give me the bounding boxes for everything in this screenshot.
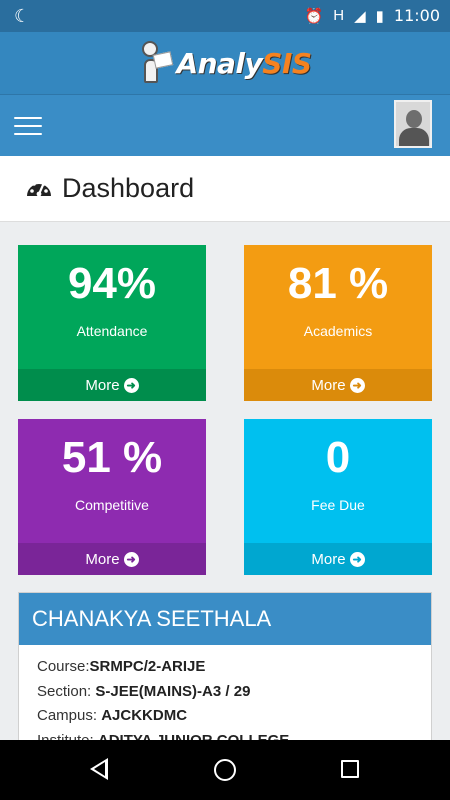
arrow-circle-right-icon: ➜ xyxy=(349,551,365,567)
academics-value: 81 % xyxy=(287,259,389,308)
status-bar: ☾ ⏰ H ◢ ▮ 11:00 xyxy=(0,0,450,32)
campus-row: Campus: AJCKKDMC xyxy=(37,707,188,724)
attendance-tile: 94% Attendance More ➜ xyxy=(18,245,206,401)
competitive-label: Competitive xyxy=(75,497,149,513)
fee-due-value: 0 xyxy=(325,433,351,482)
student-name: CHANAKYA SEETHALA xyxy=(19,593,431,645)
avatar[interactable] xyxy=(394,100,432,148)
back-icon[interactable] xyxy=(90,758,108,780)
signal-icon: ◢ xyxy=(354,7,366,25)
fee-due-tile: 0 Fee Due More ➜ xyxy=(244,419,432,575)
home-icon[interactable] xyxy=(214,759,236,781)
arrow-circle-right-icon: ➜ xyxy=(123,377,139,393)
competitive-value: 51 % xyxy=(61,433,163,482)
arrow-circle-right-icon: ➜ xyxy=(123,551,139,567)
logo-text-part1: Analy xyxy=(176,46,263,80)
network-type: H xyxy=(333,7,345,24)
logo-text-part2: SIS xyxy=(262,46,312,80)
clock: 11:00 xyxy=(393,6,440,25)
menu-icon[interactable] xyxy=(14,117,42,137)
section-row: Section: S-JEE(MAINS)-A3 / 29 xyxy=(37,682,251,700)
academics-label: Academics xyxy=(303,323,373,339)
student-profile-card: CHANAKYA SEETHALA Course:SRMPC/2-ARIJE S… xyxy=(18,592,432,752)
academics-more-link[interactable]: More ➜ xyxy=(244,369,432,401)
brand-bar: AnalySIS xyxy=(0,32,450,94)
page-title: Dashboard xyxy=(62,173,195,203)
fee-due-more-link[interactable]: More ➜ xyxy=(244,543,432,575)
fee-due-label: Fee Due xyxy=(311,497,365,513)
app-logo: AnalySIS xyxy=(138,41,312,85)
academics-tile: 81 % Academics More ➜ xyxy=(244,245,432,401)
dashboard-gauge-icon xyxy=(27,179,51,196)
competitive-tile: 51 % Competitive More ➜ xyxy=(18,419,206,575)
logo-figure-icon xyxy=(138,41,174,85)
attendance-label: Attendance xyxy=(76,323,148,339)
nav-bar xyxy=(0,94,450,156)
system-nav-bar xyxy=(0,740,450,800)
course-row: Course:SRMPC/2-ARIJE xyxy=(37,658,206,675)
battery-icon: ▮ xyxy=(375,7,384,25)
recent-apps-icon[interactable] xyxy=(341,760,359,778)
arrow-circle-right-icon: ➜ xyxy=(349,377,365,393)
alarm-icon: ⏰ xyxy=(304,7,324,25)
competitive-more-link[interactable]: More ➜ xyxy=(18,543,206,575)
attendance-value: 94% xyxy=(67,259,157,308)
moon-icon: ☾ xyxy=(14,6,31,26)
attendance-more-link[interactable]: More ➜ xyxy=(18,369,206,401)
page-header: Dashboard xyxy=(0,156,450,222)
